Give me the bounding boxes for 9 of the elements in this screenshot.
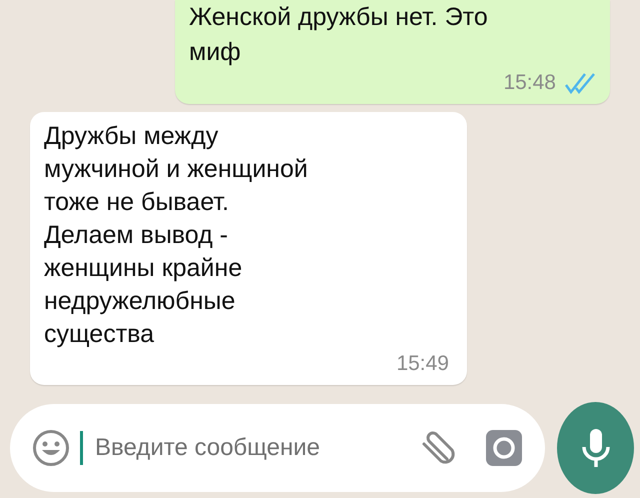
- message-input[interactable]: Введите сообщение: [10, 404, 545, 492]
- message-field[interactable]: Введите сообщение: [93, 429, 407, 467]
- message-time: 15:48: [503, 70, 556, 96]
- text-cursor: [80, 431, 83, 465]
- emoji-icon[interactable]: [32, 429, 70, 467]
- message-text: Женской дружбы нет. Это миф: [189, 2, 489, 68]
- camera-icon[interactable]: [485, 429, 523, 467]
- message-time: 15:49: [396, 351, 449, 377]
- message-text: Дружбы между мужчиной и женщиной тоже не бывает. Делаем вывод - женщины крайне недружелюбные существа: [44, 121, 309, 350]
